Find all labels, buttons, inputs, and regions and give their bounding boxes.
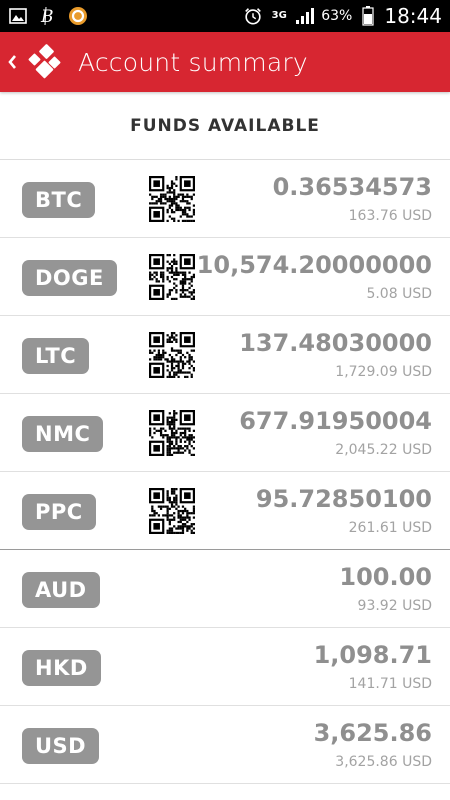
fund-row-ltc[interactable]: LTC 137.48030000 1,729.09 USD — [0, 316, 450, 394]
currency-badge: PPC — [22, 494, 96, 530]
fund-fiat-value: 93.92 USD — [357, 598, 432, 614]
fund-fiat-value: 3,625.86 USD — [335, 754, 432, 770]
funds-header-label: FUNDS AVAILABLE — [130, 115, 320, 136]
status-bar: B 3G 63% 18:44 — [0, 0, 450, 32]
app-icon — [68, 6, 88, 26]
alarm-icon — [243, 6, 263, 26]
fund-row-ppc[interactable]: PPC 95.72850100 261.61 USD — [0, 472, 450, 550]
fund-amount: 1,098.71 — [313, 641, 432, 669]
qr-code-icon[interactable] — [149, 176, 196, 223]
fund-row-hkd[interactable]: HKD 1,098.71 141.71 USD — [0, 628, 450, 706]
fund-row-aud[interactable]: AUD 100.00 93.92 USD — [0, 550, 450, 628]
fund-amount: 3,625.86 — [313, 719, 432, 747]
currency-badge: USD — [22, 728, 100, 764]
svg-text:B: B — [40, 7, 54, 26]
funds-list: BTC 0.36534573 163.76 USD DOGE 10,574.20… — [0, 160, 450, 784]
gallery-icon — [8, 6, 28, 26]
fund-fiat-value: 1,729.09 USD — [335, 364, 432, 380]
fund-amount: 95.72850100 — [255, 485, 432, 513]
fund-fiat-value: 141.71 USD — [348, 676, 432, 692]
currency-badge: AUD — [22, 572, 100, 608]
chevron-left-icon[interactable] — [4, 50, 20, 74]
currency-badge: HKD — [22, 650, 101, 686]
currency-badge: DOGE — [22, 260, 117, 296]
status-time: 18:44 — [384, 4, 442, 28]
currency-badge: NMC — [22, 416, 104, 452]
fund-row-usd[interactable]: USD 3,625.86 3,625.86 USD — [0, 706, 450, 784]
battery-percent: 63% — [321, 8, 353, 24]
fund-amount: 137.48030000 — [239, 329, 432, 357]
app-logo-icon[interactable] — [26, 43, 64, 81]
fund-fiat-value: 163.76 USD — [348, 208, 432, 224]
qr-code-icon[interactable] — [149, 332, 196, 379]
app-bar: Account summary — [0, 32, 450, 92]
fund-row-doge[interactable]: DOGE 10,574.20000000 5.08 USD — [0, 238, 450, 316]
battery-icon — [358, 6, 378, 26]
funds-header: FUNDS AVAILABLE — [0, 92, 450, 160]
currency-badge: LTC — [22, 338, 90, 374]
qr-code-icon[interactable] — [149, 488, 196, 535]
fund-amount: 0.36534573 — [272, 173, 432, 201]
fund-amount: 10,574.20000000 — [196, 251, 432, 279]
fund-amount: 677.91950004 — [239, 407, 432, 435]
fund-fiat-value: 261.61 USD — [348, 520, 432, 536]
fund-row-btc[interactable]: BTC 0.36534573 163.76 USD — [0, 160, 450, 238]
currency-badge: BTC — [22, 182, 96, 218]
page-title: Account summary — [78, 47, 308, 77]
fund-row-nmc[interactable]: NMC 677.91950004 2,045.22 USD — [0, 394, 450, 472]
network-3g-icon: 3G — [271, 10, 287, 21]
fund-fiat-value: 2,045.22 USD — [335, 442, 432, 458]
fund-amount: 100.00 — [339, 563, 432, 591]
signal-icon — [295, 6, 315, 26]
bitcoin-icon: B — [38, 6, 58, 26]
qr-code-icon[interactable] — [149, 410, 196, 457]
fund-fiat-value: 5.08 USD — [366, 286, 432, 302]
qr-code-icon[interactable] — [149, 254, 196, 301]
